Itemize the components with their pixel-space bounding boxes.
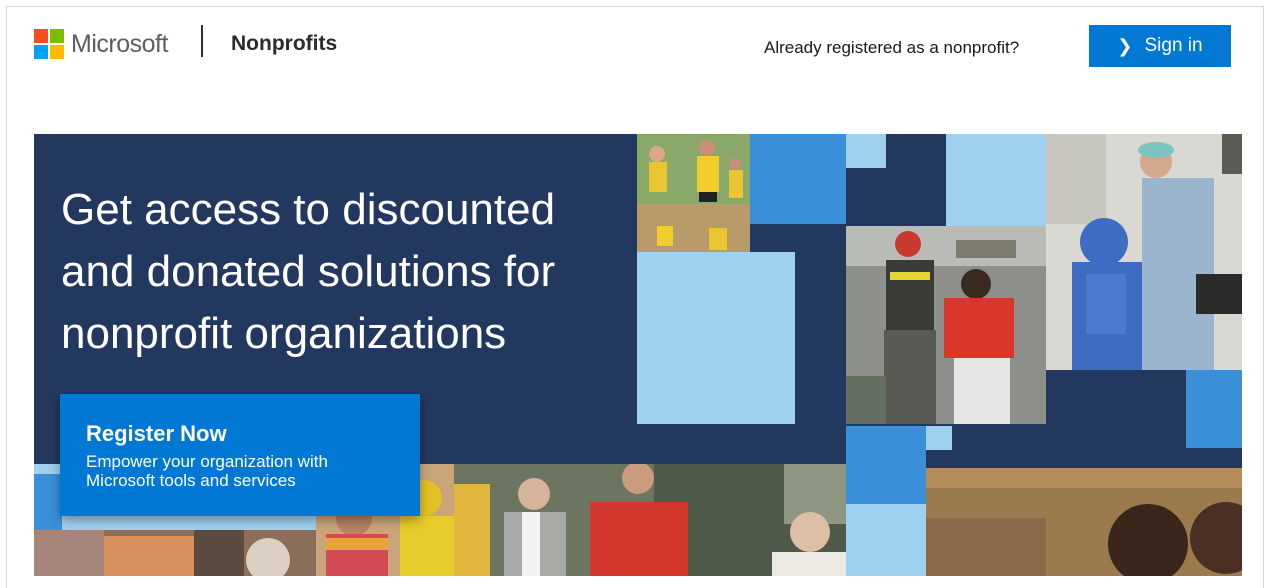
collage-tile	[926, 426, 952, 450]
collage-tile	[846, 426, 926, 504]
register-now-title[interactable]: Register Now	[86, 420, 394, 448]
register-now-card[interactable]: Register Now Empower your organization w…	[60, 394, 420, 516]
page-frame: Microsoft Nonprofits Already registered …	[6, 6, 1264, 588]
section-title[interactable]: Nonprofits	[231, 29, 337, 59]
photo-classroom	[34, 530, 316, 576]
photo-volunteers-smiling	[454, 464, 846, 576]
sign-in-label: Sign in	[1144, 35, 1203, 56]
register-now-subtitle: Empower your organization with Microsoft…	[86, 452, 328, 490]
brand-name[interactable]: Microsoft	[71, 29, 168, 59]
microsoft-logo-icon[interactable]	[34, 29, 64, 59]
chevron-right-icon: ❯	[1117, 36, 1133, 56]
photo-men-portrait	[926, 468, 1242, 576]
sign-in-button[interactable]: ❯ Sign in	[1089, 25, 1231, 67]
collage-tile	[637, 252, 795, 424]
registered-prompt: Already registered as a nonprofit?	[764, 38, 1020, 57]
collage-tile	[1186, 370, 1242, 448]
site-header: Microsoft Nonprofits Already registered …	[7, 7, 1263, 87]
photo-rescue-workers	[846, 226, 1046, 424]
collage-tile	[846, 134, 886, 168]
collage-tile	[750, 134, 846, 224]
photo-children-running	[637, 134, 750, 252]
collage-tile	[946, 134, 1046, 226]
hero-banner: Get access to discounted and donated sol…	[34, 134, 1242, 576]
collage-tile	[34, 474, 62, 530]
header-divider	[201, 25, 203, 57]
collage-tile	[795, 424, 847, 468]
hero-headline: Get access to discounted and donated sol…	[61, 185, 556, 358]
photo-nurse-and-child	[1046, 134, 1242, 370]
